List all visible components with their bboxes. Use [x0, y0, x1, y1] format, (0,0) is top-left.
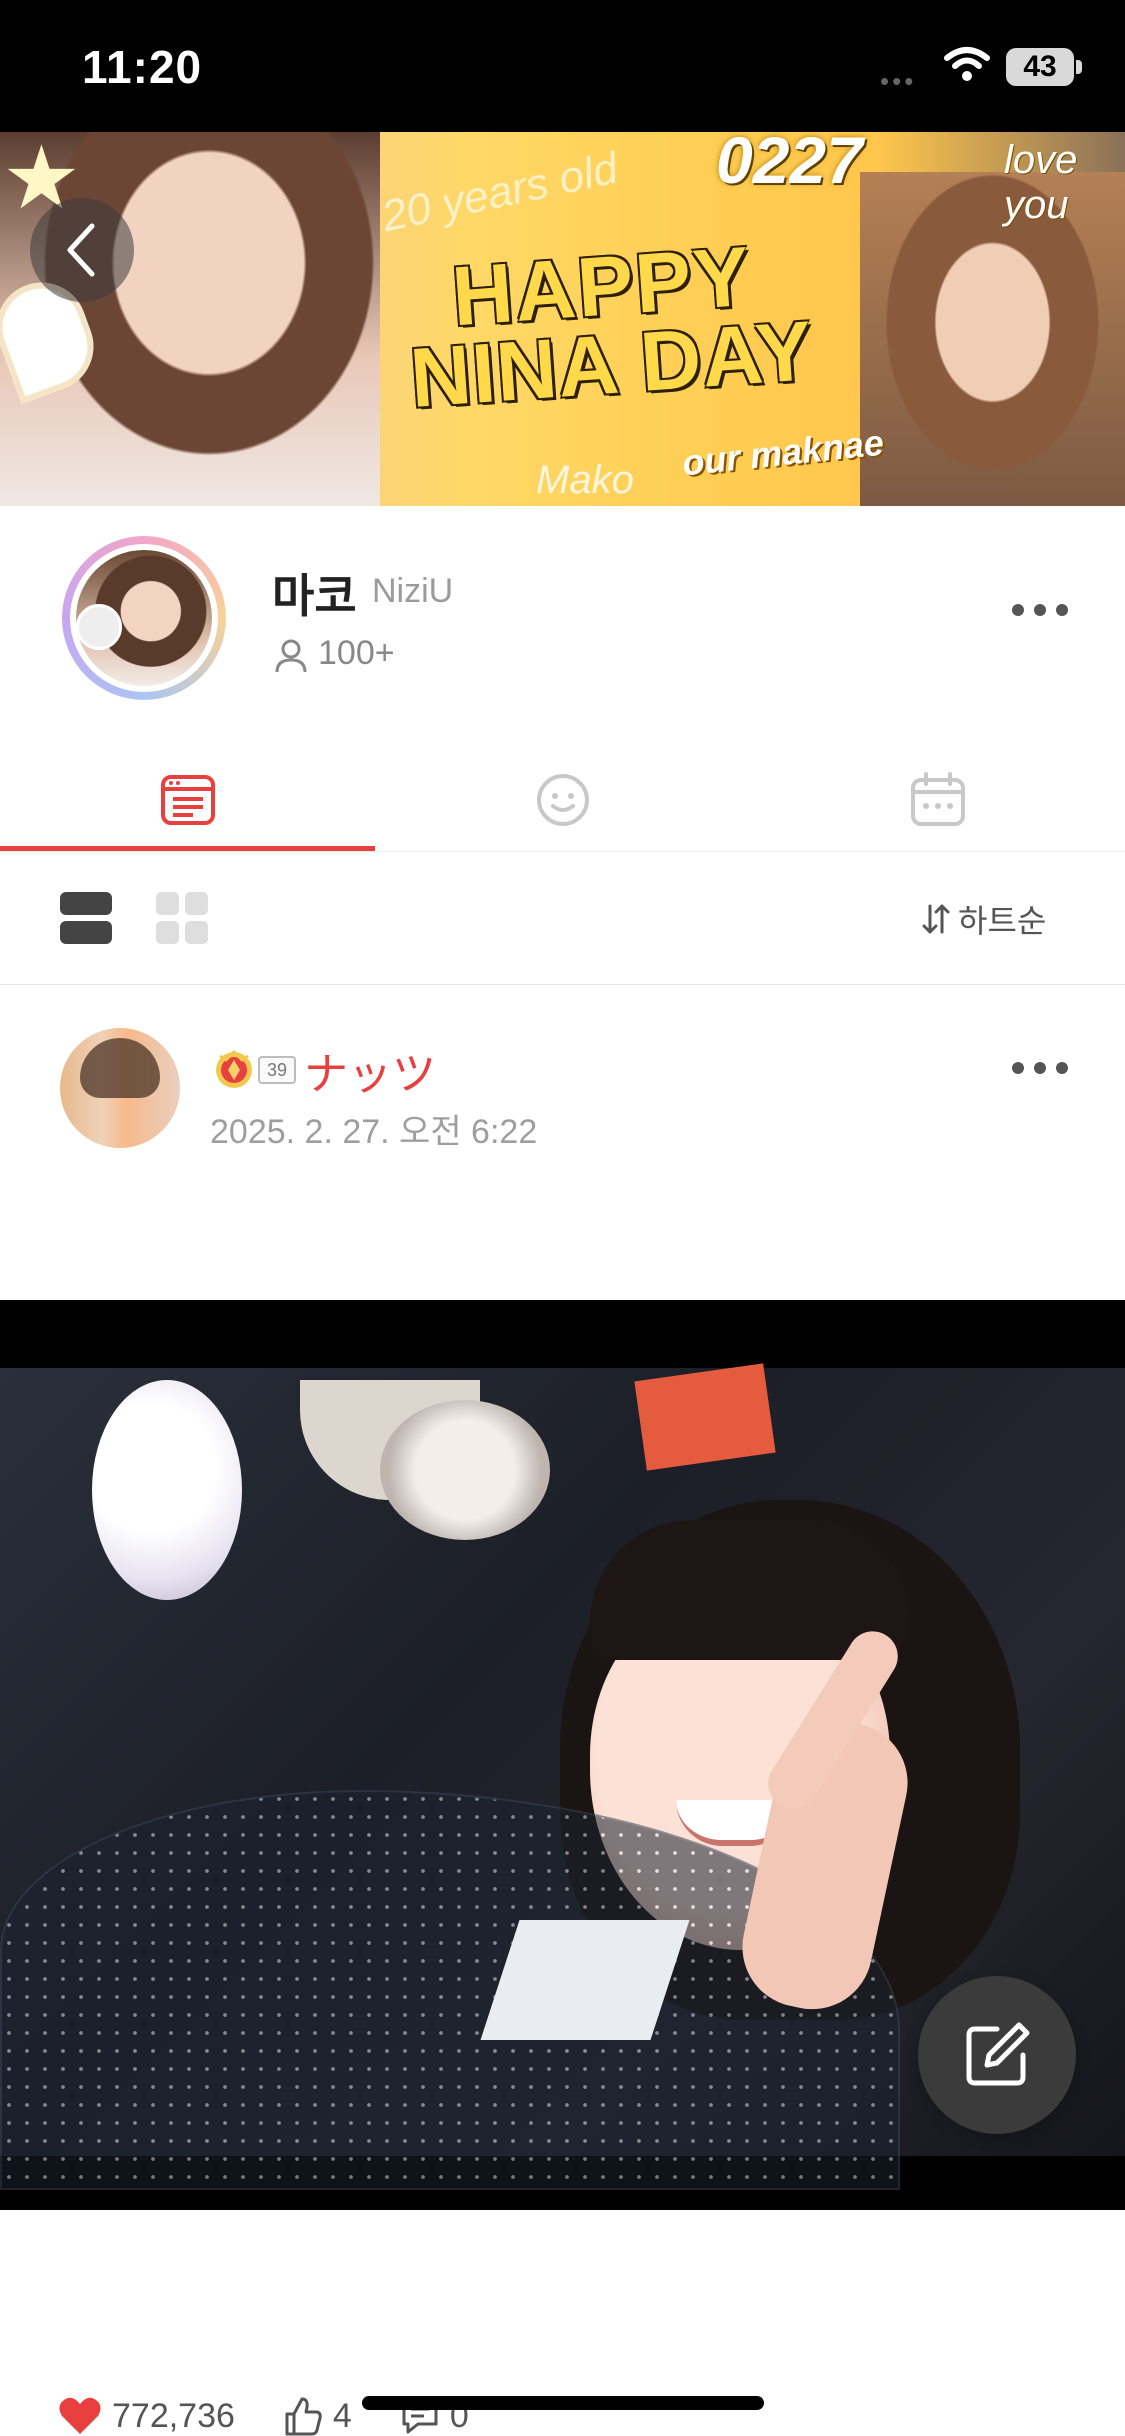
list-view-icon[interactable]: [60, 892, 112, 944]
post-author-name[interactable]: ナッツ: [304, 1038, 436, 1102]
sort-icon: [922, 904, 950, 934]
post-more-options-icon[interactable]: [1010, 1058, 1070, 1078]
feed-icon: [160, 775, 215, 825]
chevron-left-icon: [67, 223, 95, 277]
member-count: 100+: [318, 634, 395, 672]
status-time: 11:20: [82, 41, 203, 93]
profile-name: 마코: [272, 570, 357, 622]
post-timestamp: 2025. 2. 27. 오전 6:22: [210, 1113, 538, 1151]
battery-level: 43: [1023, 50, 1057, 83]
cellular-signal-icon: •••: [880, 66, 917, 96]
tab-calendar[interactable]: [750, 750, 1125, 850]
more-options-icon[interactable]: [1010, 600, 1070, 620]
photo-red-object: [634, 1363, 776, 1471]
level-badge: 39: [258, 1056, 296, 1084]
wifi-icon: [944, 47, 990, 81]
battery-icon: 43: [1006, 48, 1074, 86]
banner-signature: Mako: [536, 458, 634, 502]
person-icon: [275, 639, 307, 673]
banner-date: 0227: [716, 123, 863, 197]
grid-view-icon[interactable]: [156, 892, 208, 944]
photo-lamp-bulb: [380, 1400, 550, 1540]
avatar-sub-photo: [76, 604, 122, 650]
thumbs-stat[interactable]: 4: [283, 2396, 352, 2436]
home-indicator: [362, 2396, 764, 2410]
battery-tip: [1076, 60, 1082, 74]
photo-balloon: [92, 1380, 242, 1600]
smiley-icon: [536, 774, 589, 826]
back-button[interactable]: [30, 198, 134, 302]
rank-badge-icon: [216, 1049, 252, 1088]
thumbs-up-icon: [285, 2397, 322, 2436]
post-author-avatar[interactable]: [60, 1028, 180, 1148]
compose-button[interactable]: [918, 1976, 1076, 2134]
likes-stat[interactable]: 772,736: [58, 2396, 235, 2436]
sort-button[interactable]: 하트순: [922, 896, 1046, 942]
toolbar-divider: [0, 984, 1125, 985]
heart-icon: [59, 2397, 101, 2434]
sort-label: 하트순: [958, 903, 1047, 939]
tab-feed[interactable]: [0, 750, 375, 850]
likes-count: 772,736: [112, 2396, 235, 2435]
banner-note-right: love you: [1004, 138, 1078, 227]
calendar-icon: [910, 772, 965, 826]
tab-divider: [0, 851, 1125, 852]
edit-icon: [966, 2022, 1030, 2086]
profile-group: NiziU: [372, 572, 454, 610]
tab-emoji[interactable]: [375, 750, 750, 850]
thumbs-count: 4: [332, 2396, 352, 2435]
